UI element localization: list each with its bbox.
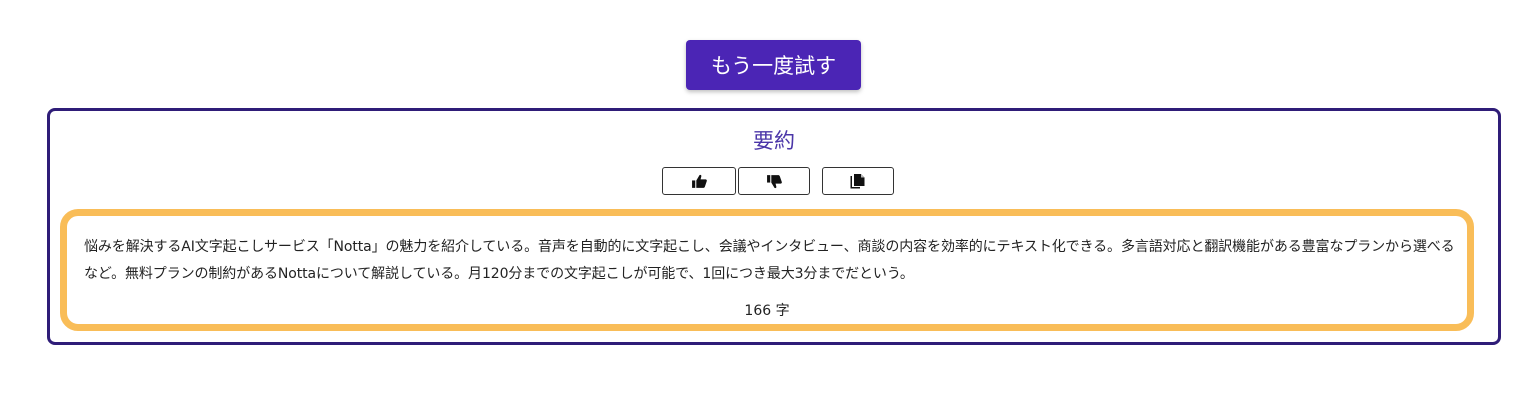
character-count: 166 字 [744,303,790,319]
thumbs-down-icon [766,174,782,188]
dislike-button[interactable] [738,167,810,195]
copy-button[interactable] [822,167,894,195]
summary-body: 悩みを解決するAI文字起こしサービス「Notta」の魅力を紹介している。音声を自… [60,209,1474,331]
thumbs-up-icon [691,174,707,188]
copy-icon [850,173,865,188]
summary-text: 悩みを解決するAI文字起こしサービス「Notta」の魅力を紹介している。音声を自… [84,239,1455,282]
retry-button[interactable]: もう一度試す [686,40,861,90]
summary-title: 要約 [753,129,795,153]
summary-card: 要約 悩みを解決するAI文字起こしサービス「Notta」の魅力を紹介している。音… [47,108,1501,345]
feedback-actions [662,167,894,197]
like-button[interactable] [662,167,736,195]
